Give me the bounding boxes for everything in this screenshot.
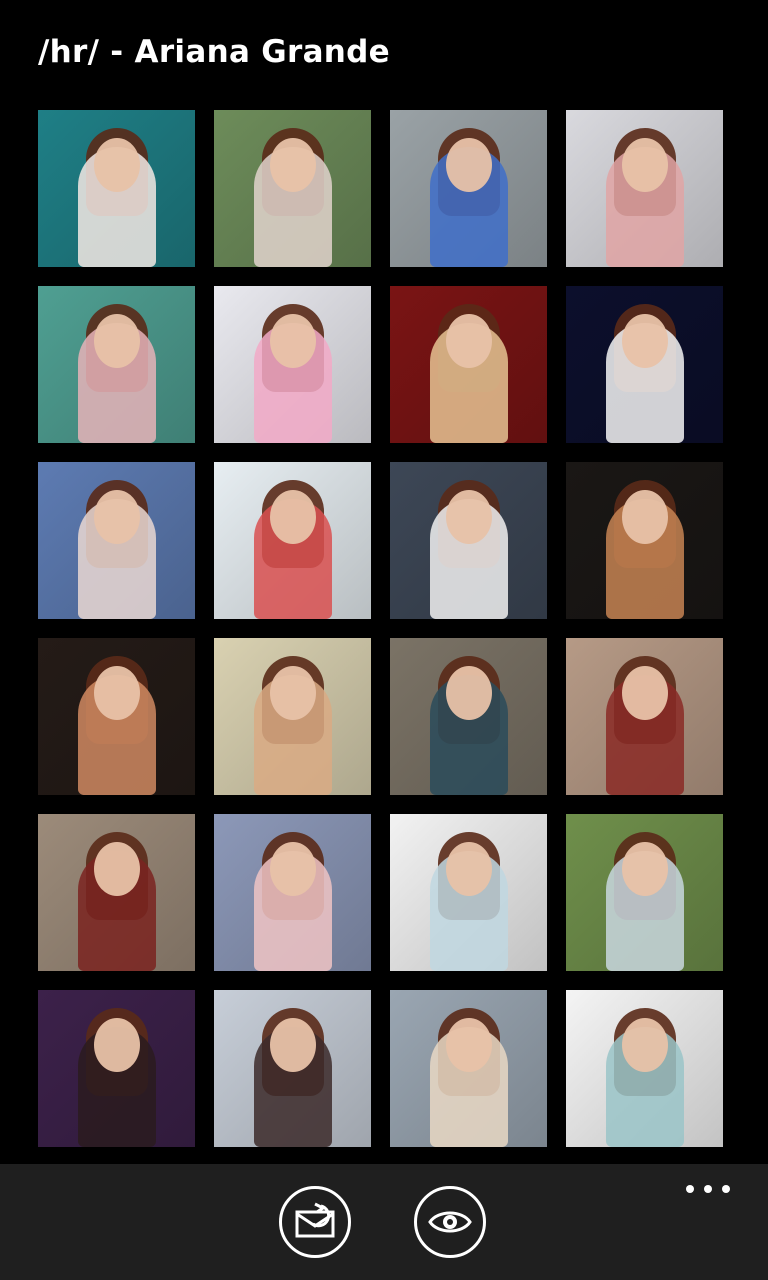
photo-subject-face xyxy=(269,1018,316,1072)
photo-subject-face xyxy=(621,1018,668,1072)
image-thumbnail[interactable] xyxy=(38,638,195,795)
image-thumbnail[interactable] xyxy=(214,286,371,443)
photo-subject-face xyxy=(445,842,492,896)
photo-subject-face xyxy=(445,1018,492,1072)
thumbnail-grid xyxy=(38,110,724,1147)
image-thumbnail[interactable] xyxy=(566,814,723,971)
page-title: /hr/ - Ariana Grande xyxy=(38,34,390,70)
image-thumbnail[interactable] xyxy=(38,286,195,443)
view-button[interactable] xyxy=(414,1186,486,1258)
photo-subject-face xyxy=(269,314,316,368)
ellipsis-icon xyxy=(686,1185,694,1193)
eye-icon xyxy=(428,1211,472,1233)
photo-subject-face xyxy=(93,842,140,896)
photo-subject-face xyxy=(93,138,140,192)
photo-subject-face xyxy=(93,1018,140,1072)
photo-subject-face xyxy=(269,666,316,720)
photo-subject-face xyxy=(445,138,492,192)
photo-subject-face xyxy=(445,314,492,368)
photo-subject-face xyxy=(93,666,140,720)
image-thumbnail[interactable] xyxy=(390,990,547,1147)
photo-subject-face xyxy=(445,490,492,544)
image-thumbnail[interactable] xyxy=(566,110,723,267)
image-thumbnail[interactable] xyxy=(390,286,547,443)
photo-subject-face xyxy=(269,138,316,192)
image-thumbnail[interactable] xyxy=(38,110,195,267)
image-thumbnail[interactable] xyxy=(38,990,195,1147)
photo-subject-face xyxy=(445,666,492,720)
image-thumbnail[interactable] xyxy=(214,638,371,795)
image-thumbnail[interactable] xyxy=(566,638,723,795)
image-thumbnail[interactable] xyxy=(390,462,547,619)
image-thumbnail[interactable] xyxy=(390,110,547,267)
photo-subject-face xyxy=(93,314,140,368)
more-options-button[interactable] xyxy=(686,1182,730,1196)
photo-subject-face xyxy=(621,314,668,368)
reply-icon xyxy=(295,1202,335,1238)
image-thumbnail[interactable] xyxy=(390,638,547,795)
image-thumbnail[interactable] xyxy=(566,990,723,1147)
image-thumbnail[interactable] xyxy=(38,462,195,619)
image-thumbnail[interactable] xyxy=(38,814,195,971)
image-thumbnail[interactable] xyxy=(566,286,723,443)
image-thumbnail[interactable] xyxy=(214,990,371,1147)
photo-subject-face xyxy=(621,666,668,720)
reply-button[interactable] xyxy=(279,1186,351,1258)
image-thumbnail[interactable] xyxy=(390,814,547,971)
image-thumbnail[interactable] xyxy=(214,814,371,971)
image-thumbnail[interactable] xyxy=(214,110,371,267)
app-bar xyxy=(0,1164,768,1280)
image-thumbnail[interactable] xyxy=(214,462,371,619)
image-thumbnail[interactable] xyxy=(566,462,723,619)
photo-subject-face xyxy=(269,842,316,896)
photo-subject-face xyxy=(269,490,316,544)
photo-subject-face xyxy=(93,490,140,544)
photo-subject-face xyxy=(621,842,668,896)
photo-subject-face xyxy=(621,490,668,544)
photo-subject-face xyxy=(621,138,668,192)
